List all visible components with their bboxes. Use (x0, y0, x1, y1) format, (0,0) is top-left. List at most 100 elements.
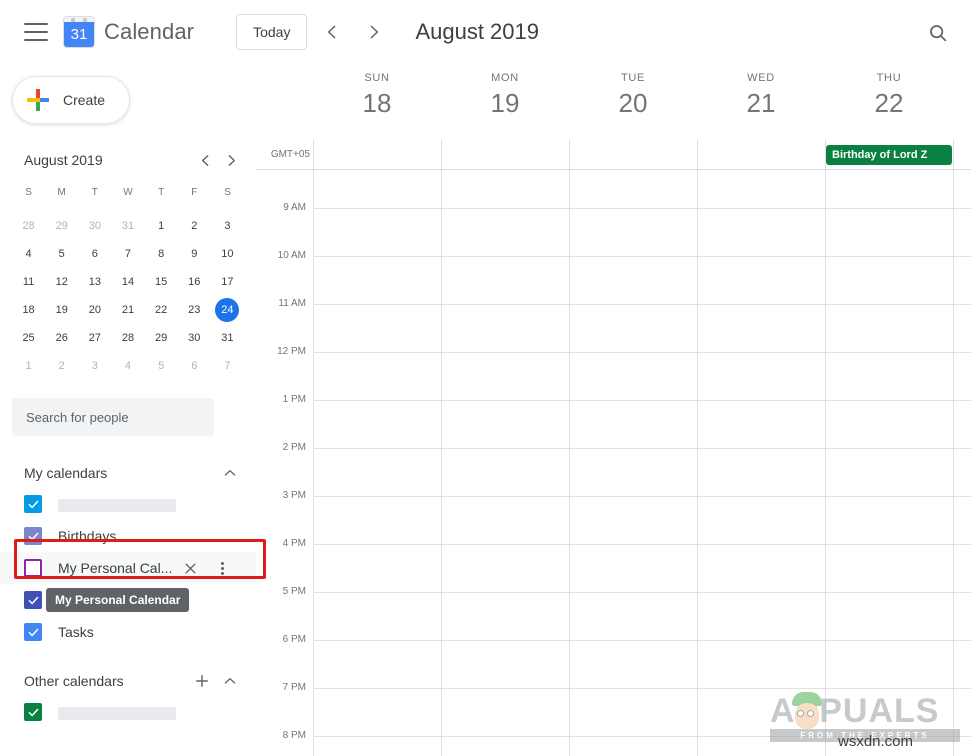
mini-calendar-day[interactable]: 2 (178, 212, 211, 240)
hour-label: 6 PM (282, 634, 306, 645)
mini-calendar-day[interactable]: 11 (12, 268, 45, 296)
add-other-calendar-icon[interactable] (188, 667, 216, 695)
mini-calendar-day-today[interactable]: 24 (211, 296, 244, 324)
mini-calendar-day[interactable]: 3 (211, 212, 244, 240)
current-period-title: August 2019 (415, 19, 539, 44)
day-column-header[interactable]: TUE 20 (569, 72, 697, 119)
site-watermark: wsxdn.com (838, 733, 914, 750)
mini-calendar-day[interactable]: 7 (211, 352, 244, 380)
day-number-label: 22 (874, 88, 904, 118)
mini-calendar-day[interactable]: 25 (12, 324, 45, 352)
chevron-up-icon[interactable] (216, 459, 244, 487)
mini-calendar-day[interactable]: 15 (145, 268, 178, 296)
mini-calendar-prev-button[interactable] (192, 147, 218, 173)
mini-calendar-day[interactable]: 6 (78, 240, 111, 268)
day-column-header[interactable]: MON 19 (441, 72, 569, 119)
mini-calendar-day[interactable]: 30 (178, 324, 211, 352)
calendar-list-item[interactable] (0, 696, 256, 728)
previous-period-button[interactable] (315, 15, 349, 49)
mini-calendar-day[interactable]: 4 (111, 352, 144, 380)
create-button[interactable]: Create (12, 76, 130, 124)
my-calendars-header[interactable]: My calendars (0, 458, 256, 488)
mini-calendar-day[interactable]: 29 (145, 324, 178, 352)
calendar-checkbox-unchecked[interactable] (24, 559, 42, 577)
calendar-checkbox-checked[interactable] (24, 591, 42, 609)
today-button[interactable]: Today (236, 14, 308, 50)
close-icon[interactable] (178, 556, 202, 580)
calendar-checkbox-checked[interactable] (24, 527, 42, 545)
google-calendar-app: 31 Calendar Today August 2019 Create Aug… (0, 0, 971, 756)
next-period-button[interactable] (357, 15, 391, 49)
hour-label: 5 PM (282, 586, 306, 597)
hamburger-menu-icon[interactable] (24, 23, 48, 41)
chevron-up-icon[interactable] (216, 667, 244, 695)
mini-calendar-day[interactable]: 20 (78, 296, 111, 324)
hour-gridline (313, 256, 971, 257)
mini-calendar-day[interactable]: 6 (178, 352, 211, 380)
mini-calendar-day[interactable]: 5 (145, 352, 178, 380)
mini-calendar-day[interactable]: 31 (111, 212, 144, 240)
mini-calendar-day[interactable]: 22 (145, 296, 178, 324)
day-column-header[interactable]: SUN 18 (313, 72, 441, 119)
mini-calendar-day[interactable]: 16 (178, 268, 211, 296)
mini-calendar-day[interactable]: 28 (12, 212, 45, 240)
mini-calendar-day[interactable]: 29 (45, 212, 78, 240)
search-for-people-input[interactable] (12, 398, 214, 436)
day-headers-row: SUN 18 MON 19 TUE 20 WED 21 THU 22 (256, 64, 971, 140)
mini-calendar-day[interactable]: 26 (45, 324, 78, 352)
day-column-header[interactable]: THU 22 (825, 72, 953, 119)
mini-calendar-weekday: T (158, 187, 165, 198)
my-calendars-list: BirthdaysMy Personal Cal...RemindersTask… (0, 488, 256, 648)
mini-calendar-weekday: S (224, 187, 231, 198)
other-calendars-header[interactable]: Other calendars (0, 666, 256, 696)
mini-calendar-day[interactable]: 1 (12, 352, 45, 380)
mini-calendar-day[interactable]: 30 (78, 212, 111, 240)
mini-calendar-day[interactable]: 19 (45, 296, 78, 324)
mini-calendar-day[interactable]: 23 (178, 296, 211, 324)
calendar-list-item[interactable] (0, 488, 256, 520)
calendar-checkbox-checked[interactable] (24, 623, 42, 641)
create-button-label: Create (63, 92, 106, 108)
day-column-divider-allday (313, 140, 314, 170)
more-options-icon[interactable] (210, 556, 234, 580)
mini-calendar: August 2019 SMTWTFS 28 29 30 31 1 2 3 4 5 6 7 8 9 10 1… (0, 146, 256, 380)
search-icon[interactable] (919, 14, 957, 52)
mini-calendar-day[interactable]: 12 (45, 268, 78, 296)
mini-calendar-day[interactable]: 31 (211, 324, 244, 352)
mini-calendar-day[interactable]: 13 (78, 268, 111, 296)
mini-calendar-day[interactable]: 5 (45, 240, 78, 268)
mini-calendar-day[interactable]: 9 (178, 240, 211, 268)
all-day-event-chip[interactable]: Birthday of Lord Z (826, 145, 952, 165)
day-number-label: 19 (490, 88, 520, 118)
calendar-checkbox-checked[interactable] (24, 703, 42, 721)
calendar-checkbox-checked[interactable] (24, 495, 42, 513)
mini-calendar-day[interactable]: 28 (111, 324, 144, 352)
calendar-list-item[interactable]: Birthdays (0, 520, 256, 552)
mini-calendar-day[interactable]: 10 (211, 240, 244, 268)
hour-label: 10 AM (277, 250, 306, 261)
redacted-calendar-name (58, 498, 176, 512)
mini-calendar-weekday-row: SMTWTFS (12, 180, 244, 206)
day-column-divider-allday (953, 140, 954, 170)
my-calendars-section: My calendars Birthdays My Personal Cal...… (0, 458, 256, 648)
mini-calendar-day[interactable]: 2 (45, 352, 78, 380)
hour-label: 7 PM (282, 682, 306, 693)
mini-calendar-day[interactable]: 14 (111, 268, 144, 296)
mini-calendar-weekday: F (191, 187, 198, 198)
calendar-list-item[interactable]: Tasks (0, 616, 256, 648)
mini-calendar-day[interactable]: 8 (145, 240, 178, 268)
mini-calendar-next-button[interactable] (218, 147, 244, 173)
mini-calendar-day[interactable]: 7 (111, 240, 144, 268)
mini-calendar-day[interactable]: 1 (145, 212, 178, 240)
hour-label: 9 AM (283, 202, 306, 213)
day-of-week-label: MON (491, 72, 519, 84)
mini-calendar-day[interactable]: 18 (12, 296, 45, 324)
calendar-list-item[interactable]: My Personal Cal... (0, 552, 256, 584)
day-column-header[interactable]: WED 21 (697, 72, 825, 119)
mini-calendar-day[interactable]: 17 (211, 268, 244, 296)
day-of-week-label: SUN (364, 72, 390, 84)
mini-calendar-day[interactable]: 21 (111, 296, 144, 324)
mini-calendar-day[interactable]: 4 (12, 240, 45, 268)
mini-calendar-day[interactable]: 27 (78, 324, 111, 352)
mini-calendar-day[interactable]: 3 (78, 352, 111, 380)
